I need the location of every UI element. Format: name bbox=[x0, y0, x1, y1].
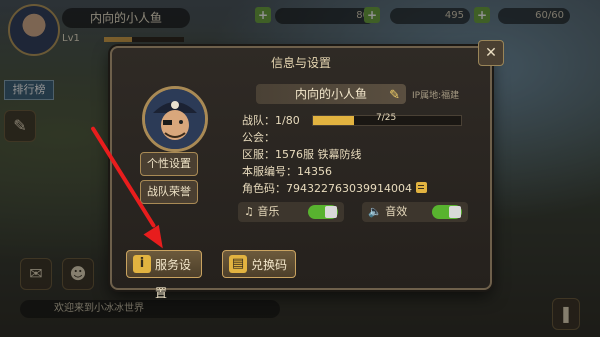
server-label: 区服：1576服 铁幕防线 bbox=[242, 148, 362, 161]
close-button[interactable]: ✕ bbox=[478, 40, 504, 66]
redeem-code-button[interactable]: ▤ 兑换码 bbox=[222, 250, 296, 278]
music-label: 音乐 bbox=[257, 205, 280, 218]
role-code-label: 角色码：794322763039914004 bbox=[242, 182, 412, 195]
modal-title: 信息与设置 bbox=[270, 56, 331, 70]
speaker-icon: 🔈 bbox=[368, 205, 382, 218]
personalize-settings-button[interactable]: 个性设置 bbox=[140, 152, 198, 176]
server-number-label: 本服编号：14356 bbox=[242, 165, 332, 178]
edit-name-icon[interactable]: ✎ bbox=[389, 86, 400, 106]
sfx-label: 音效 bbox=[385, 205, 408, 218]
player-name-field[interactable]: 内向的小人鱼 ✎ bbox=[256, 84, 406, 104]
redeem-code-label: 兑换码 bbox=[251, 258, 288, 272]
team-honor-button[interactable]: 战队荣誉 bbox=[140, 180, 198, 204]
modal-player-name: 内向的小人鱼 bbox=[294, 87, 367, 101]
music-setting: ♫ 音乐 bbox=[238, 202, 344, 222]
team-label: 战队：1/80 bbox=[242, 114, 300, 127]
team-count: 7/25 bbox=[376, 113, 397, 123]
guild-label: 公会： bbox=[242, 131, 275, 144]
sfx-setting: 🔈 音效 bbox=[362, 202, 468, 222]
role-code-row: 角色码：794322763039914004 bbox=[242, 180, 427, 196]
sfx-toggle[interactable] bbox=[432, 205, 462, 219]
copy-icon[interactable] bbox=[415, 182, 427, 193]
info-icon: i bbox=[133, 255, 151, 273]
pirate-portrait-icon bbox=[145, 89, 205, 149]
ip-location: IP属地:福建 bbox=[412, 91, 460, 101]
service-settings-button[interactable]: i 服务设置 bbox=[126, 250, 202, 300]
book-icon: ▤ bbox=[229, 255, 247, 273]
music-toggle[interactable] bbox=[308, 205, 338, 219]
player-portrait[interactable] bbox=[142, 86, 208, 152]
music-note-icon: ♫ bbox=[244, 205, 254, 218]
info-settings-modal: 信息与设置 ✕ 个性设置 战队荣誉 内向的小人鱼 ✎ IP属地:福建 战队：1/… bbox=[110, 40, 504, 300]
